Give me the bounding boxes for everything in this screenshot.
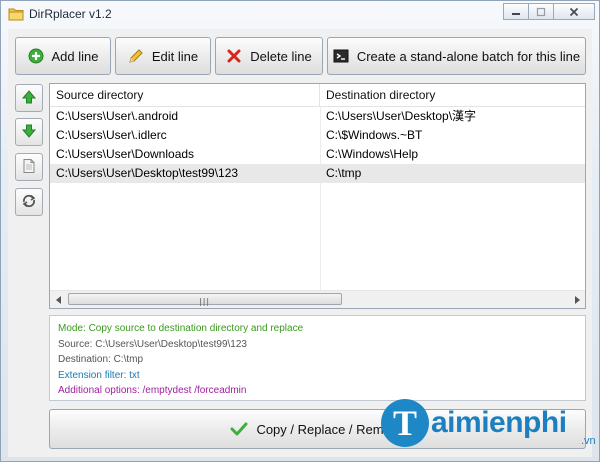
client-area: Add line Edit line Delete line Create a … — [8, 29, 592, 457]
source-cell: C:\Users\User\Downloads — [56, 147, 195, 161]
folder-icon — [8, 7, 24, 21]
arrow-down-icon — [21, 123, 37, 142]
maximize-button[interactable] — [528, 3, 554, 20]
source-cell: C:\Users\User\.idlerc — [56, 128, 167, 142]
create-batch-label: Create a stand-alone batch for this line — [356, 48, 581, 64]
swap-icon — [21, 193, 37, 212]
create-batch-button[interactable]: Create a stand-alone batch for this line — [327, 37, 586, 75]
edit-line-label: Edit line — [151, 48, 199, 64]
close-icon — [569, 7, 579, 16]
additional-options-text: Additional options: /emptydest /forceadm… — [58, 385, 247, 397]
source-cell: C:\Users\User\.android — [56, 109, 179, 123]
window-controls — [503, 3, 595, 20]
column-header-source[interactable]: Source directory — [50, 84, 320, 106]
destination-cell: C:\Users\User\Desktop\漢字 — [326, 109, 477, 123]
delete-line-label: Delete line — [250, 48, 312, 64]
list-header: Source directory Destination directory — [50, 84, 585, 107]
extension-filter-text: Extension filter: txt — [58, 369, 140, 381]
maximize-icon — [536, 7, 546, 16]
plus-circle-icon — [28, 48, 44, 64]
mode-text: Mode: Copy source to destination directo… — [58, 323, 304, 334]
x-icon — [226, 48, 242, 64]
destination-cell: C:\tmp — [326, 166, 362, 180]
add-line-label: Add line — [51, 48, 99, 64]
table-row-selected[interactable]: C:\Users\User\Desktop\test99\123 C:\tmp — [50, 164, 585, 183]
scroll-left-button[interactable] — [50, 291, 67, 308]
scroll-thumb[interactable]: ||| — [68, 293, 342, 306]
duplicate-button[interactable] — [15, 153, 43, 181]
swap-button[interactable] — [15, 188, 43, 216]
checkmark-icon — [230, 421, 248, 437]
minimize-icon — [512, 12, 520, 15]
column-header-destination[interactable]: Destination directory — [320, 84, 585, 106]
grip-icon: ||| — [199, 297, 211, 306]
edit-line-button[interactable]: Edit line — [115, 37, 211, 75]
document-icon — [21, 158, 37, 177]
window-title: DirRplacer v1.2 — [29, 7, 112, 21]
destination-text: Destination: C:\tmp — [58, 354, 144, 366]
table-row[interactable]: C:\Users\User\.idlerc C:\$Windows.~BT — [50, 126, 585, 145]
title-bar[interactable]: DirRplacer v1.2 — [1, 1, 599, 27]
pencil-icon — [128, 48, 144, 64]
source-cell: C:\Users\User\Desktop\test99\123 — [56, 166, 239, 180]
source-text: Source: C:\Users\User\Desktop\test99\123 — [58, 338, 247, 350]
directory-list[interactable]: Source directory Destination directory C… — [49, 83, 586, 309]
chevron-right-icon — [574, 295, 580, 304]
chevron-left-icon — [55, 295, 61, 304]
horizontal-scrollbar[interactable]: ||| — [50, 290, 585, 308]
info-panel: Mode: Copy source to destination directo… — [49, 315, 586, 401]
console-icon — [333, 48, 349, 64]
close-button[interactable] — [553, 3, 595, 20]
move-down-button[interactable] — [15, 118, 43, 146]
scroll-right-button[interactable] — [568, 291, 585, 308]
app-window: DirRplacer v1.2 Add line Edit line Delet… — [0, 0, 600, 462]
copy-replace-remove-button[interactable]: Copy / Replace / Remove — [49, 409, 586, 449]
table-row[interactable]: C:\Users\User\.android C:\Users\User\Des… — [50, 107, 585, 126]
add-line-button[interactable]: Add line — [15, 37, 111, 75]
destination-cell: C:\Windows\Help — [326, 147, 419, 161]
destination-cell: C:\$Windows.~BT — [326, 128, 423, 142]
move-up-button[interactable] — [15, 84, 43, 112]
arrow-up-icon — [21, 89, 37, 108]
list-rows: C:\Users\User\.android C:\Users\User\Des… — [50, 107, 585, 183]
copy-replace-remove-label: Copy / Replace / Remove — [256, 421, 405, 437]
table-row[interactable]: C:\Users\User\Downloads C:\Windows\Help — [50, 145, 585, 164]
minimize-button[interactable] — [503, 3, 529, 20]
delete-line-button[interactable]: Delete line — [215, 37, 323, 75]
